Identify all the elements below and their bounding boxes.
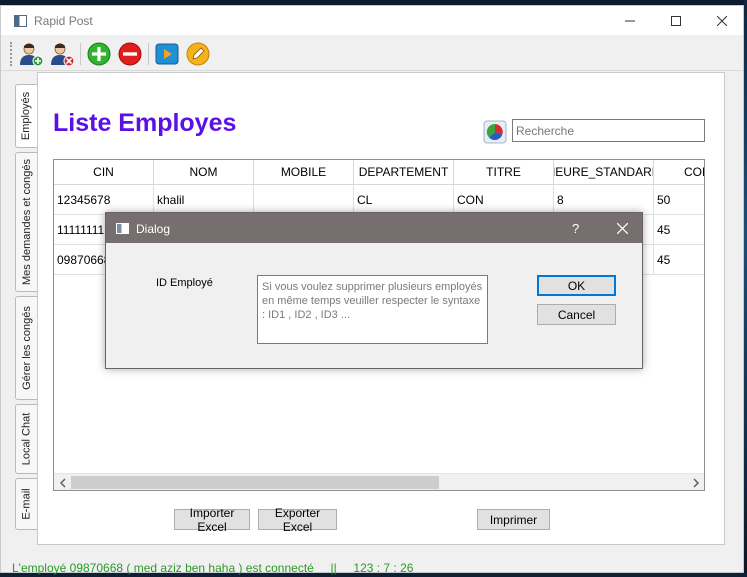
dialog-app-icon: [116, 223, 129, 234]
column-header[interactable]: DEPARTEMENT: [354, 160, 454, 185]
column-header[interactable]: MOBILE: [254, 160, 354, 185]
tab-label: Mes demandes et congés: [20, 159, 33, 285]
scroll-left-button[interactable]: [54, 474, 71, 490]
search-input[interactable]: [512, 119, 705, 142]
pencil-icon: [186, 42, 210, 66]
tab-employes[interactable]: Employés: [15, 84, 37, 148]
table-cell[interactable]: [254, 185, 354, 215]
plus-circle-icon: [87, 42, 111, 66]
scrollbar-thumb[interactable]: [71, 476, 439, 489]
ok-button[interactable]: OK: [537, 275, 616, 296]
column-header[interactable]: NOM: [154, 160, 254, 185]
play-button[interactable]: [154, 41, 180, 67]
tab-local-chat[interactable]: Local Chat: [15, 404, 37, 474]
remove-employee-button[interactable]: [49, 41, 75, 67]
import-excel-button[interactable]: Importer Excel: [174, 506, 250, 534]
column-header[interactable]: CIN: [54, 160, 154, 185]
close-icon: [717, 15, 727, 26]
tab-label: Employés: [20, 91, 33, 141]
table-cell[interactable]: 8: [554, 185, 654, 215]
minus-circle-icon: [118, 42, 142, 66]
window-title: Rapid Post: [34, 14, 93, 28]
table-cell[interactable]: CON: [454, 185, 554, 215]
toolbar-grip[interactable]: [10, 42, 13, 66]
table-cell[interactable]: 12345678: [54, 185, 154, 215]
page-title: Liste Employes: [53, 109, 237, 137]
title-bar[interactable]: Rapid Post: [1, 6, 743, 35]
add-employee-button[interactable]: [18, 41, 44, 67]
status-bar-text: L'employé 09870668 ( med aziz ben haha )…: [12, 561, 414, 575]
employee-id-label: ID Employé: [156, 277, 213, 289]
dialog-title-bar[interactable]: Dialog ?: [106, 213, 642, 243]
column-header[interactable]: TITRE: [454, 160, 554, 185]
tab-label: E-mail: [20, 488, 33, 520]
tab-email[interactable]: E-mail: [15, 478, 37, 530]
dialog-window: Dialog ? ID Employé OK Cancel: [105, 212, 643, 369]
table-row[interactable]: 12345678 khalil CL CON 8 50: [54, 185, 704, 215]
close-button[interactable]: [699, 6, 745, 35]
table-cell[interactable]: 50: [654, 185, 704, 215]
table-header: CIN NOM MOBILE DEPARTEMENT TITRE HEURE_S…: [54, 160, 704, 185]
column-header[interactable]: HEURE_STANDARD: [554, 160, 654, 185]
table-cell[interactable]: khalil: [154, 185, 254, 215]
play-icon: [155, 43, 179, 65]
chevron-left-icon: [59, 477, 66, 488]
edit-button[interactable]: [185, 41, 211, 67]
toolbar: [1, 36, 743, 71]
export-excel-button[interactable]: Exporter Excel: [258, 506, 337, 534]
print-button[interactable]: Imprimer: [477, 509, 550, 530]
help-button[interactable]: ?: [572, 221, 579, 236]
toolbar-separator: [148, 43, 149, 65]
table-cell[interactable]: CL: [354, 185, 454, 215]
dialog-title: Dialog: [136, 222, 171, 236]
minimize-icon: [625, 20, 635, 21]
table-cell[interactable]: 45: [654, 215, 704, 245]
pie-chart-icon: [483, 120, 507, 144]
column-header[interactable]: CON: [654, 160, 704, 185]
toolbar-separator: [80, 43, 81, 65]
user-add-icon: [20, 43, 44, 67]
horizontal-scrollbar[interactable]: [54, 473, 704, 490]
side-tab-bar: Employés Mes demandes et congés Gérer le…: [15, 84, 37, 534]
remove-button[interactable]: [117, 41, 143, 67]
employee-id-input[interactable]: [257, 275, 488, 344]
table-cell[interactable]: 45: [654, 245, 704, 275]
scroll-right-button[interactable]: [687, 474, 704, 490]
user-remove-icon: [51, 43, 75, 67]
add-button[interactable]: [86, 41, 112, 67]
tab-mes-demandes[interactable]: Mes demandes et congés: [15, 152, 37, 292]
maximize-button[interactable]: [653, 6, 699, 35]
app-icon: [14, 15, 27, 27]
tab-label: Gérer les congés: [20, 306, 33, 390]
chevron-right-icon: [692, 477, 699, 488]
statistics-button[interactable]: [483, 120, 507, 144]
cancel-button[interactable]: Cancel: [537, 304, 616, 325]
dialog-close-button[interactable]: [610, 216, 634, 240]
tab-label: Local Chat: [20, 412, 33, 466]
minimize-button[interactable]: [607, 6, 653, 35]
tab-gerer-conges[interactable]: Gérer les congés: [15, 296, 37, 400]
close-icon: [616, 222, 628, 234]
maximize-icon: [671, 15, 681, 26]
